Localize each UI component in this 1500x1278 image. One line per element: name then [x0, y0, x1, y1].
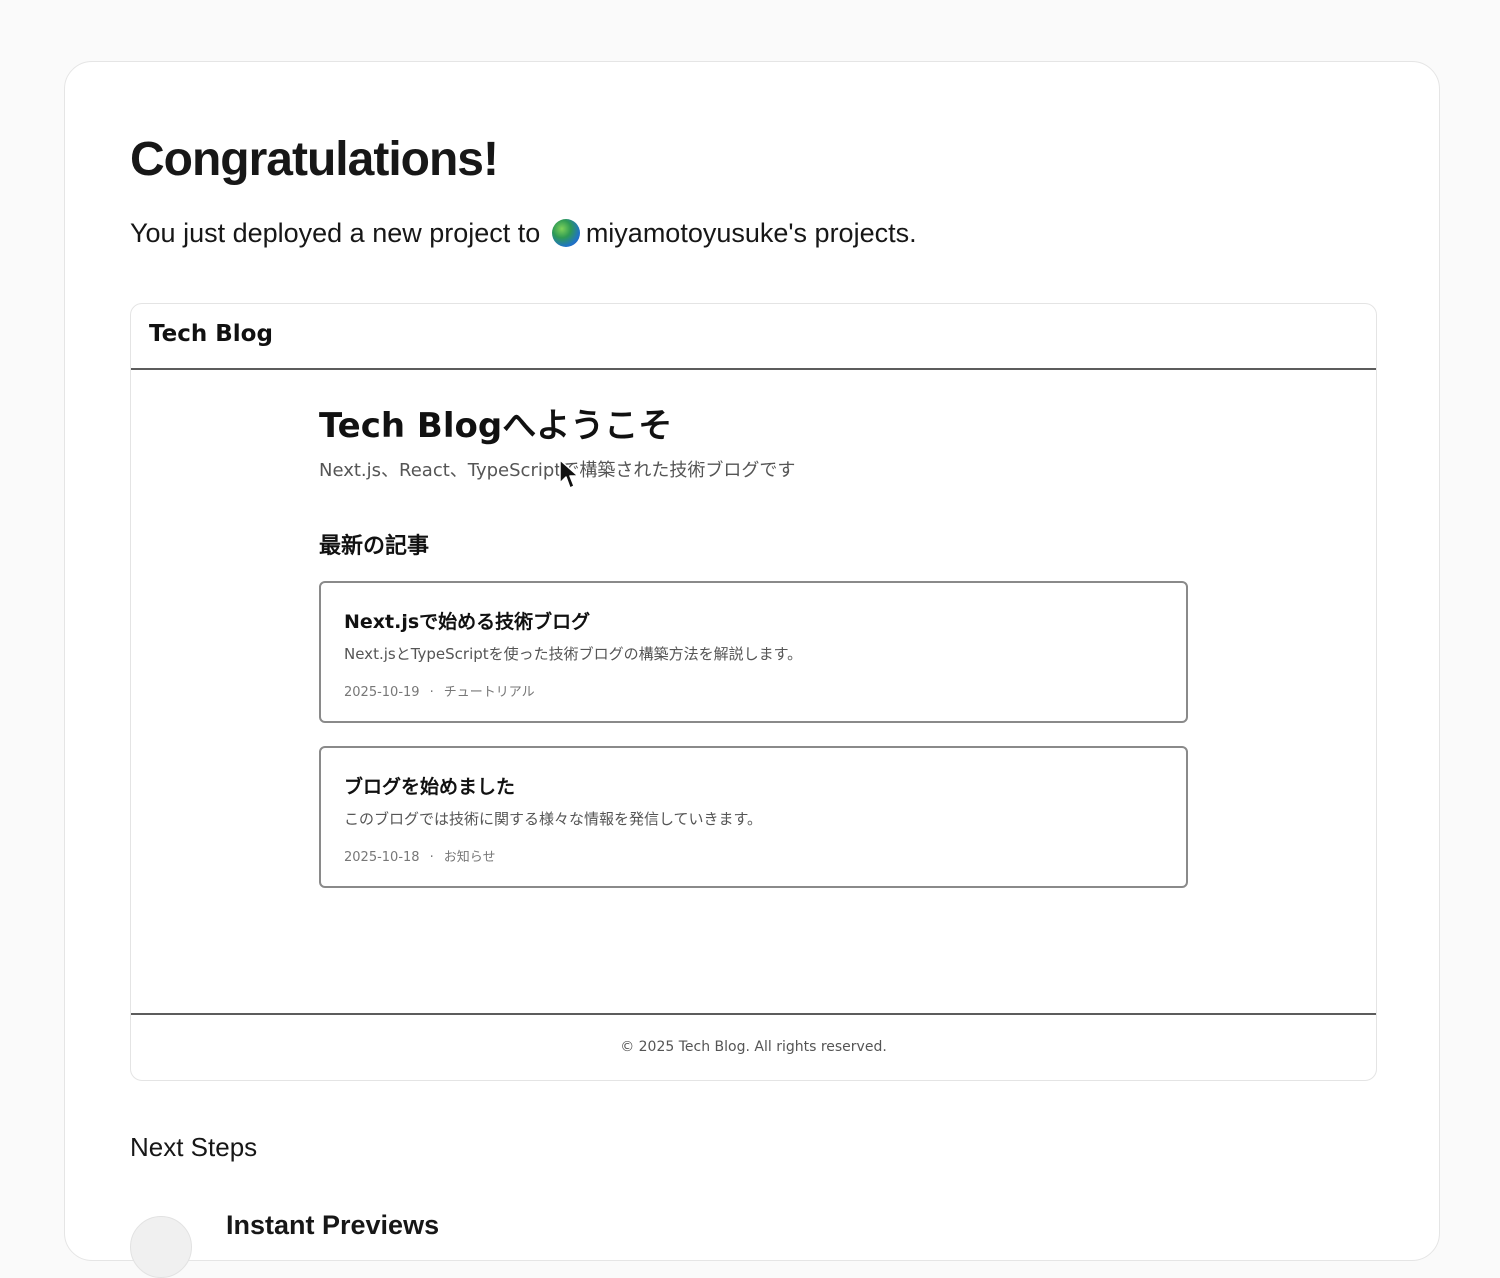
meta-separator: · — [429, 685, 434, 700]
preview-site-footer: © 2025 Tech Blog. All rights reserved. — [131, 1013, 1376, 1080]
preview-site-title: Tech Blogへようこそ — [319, 406, 673, 446]
post-title: ブログを始めました — [344, 776, 516, 798]
preview-site-header: Tech Blog — [131, 304, 1376, 370]
instant-previews-icon — [130, 1216, 192, 1278]
preview-post-card: Next.jsで始める技術ブログ Next.jsとTypeScriptを使った技… — [319, 581, 1188, 723]
post-date: 2025-10-18 — [344, 850, 420, 865]
preview-latest-posts-heading: 最新の記事 — [319, 534, 430, 559]
deploy-message: You just deployed a new project to miyam… — [130, 218, 917, 249]
post-excerpt: このブログでは技術に関する様々な情報を発信していきます。 — [344, 810, 763, 828]
post-title: Next.jsで始める技術ブログ — [344, 611, 591, 633]
preview-post-card: ブログを始めました このブログでは技術に関する様々な情報を発信していきます。 2… — [319, 746, 1188, 888]
page-title: Congratulations! — [130, 133, 499, 186]
next-step-item[interactable]: Instant Previews — [130, 1210, 730, 1278]
deployment-card: Congratulations! You just deployed a new… — [64, 61, 1440, 1278]
deploy-period: . — [909, 218, 917, 248]
deployment-preview[interactable]: Tech Blog Tech Blogへようこそ Next.js、React、T… — [130, 303, 1377, 1081]
post-category: お知らせ — [443, 850, 496, 865]
preview-site-description: Next.js、React、TypeScriptで構築された技術ブログです — [319, 460, 796, 481]
globe-avatar-icon — [551, 219, 580, 247]
post-meta: 2025-10-19 · チュートリアル — [344, 681, 535, 700]
mouse-pointer-icon — [559, 459, 579, 489]
post-date: 2025-10-19 — [344, 685, 420, 700]
preview-copyright: © 2025 Tech Blog. All rights reserved. — [620, 1039, 887, 1055]
preview-site-brand: Tech Blog — [149, 321, 273, 347]
next-steps-heading: Next Steps — [130, 1132, 258, 1162]
post-meta: 2025-10-18 · お知らせ — [344, 846, 495, 865]
meta-separator: · — [429, 850, 434, 865]
post-category: チュートリアル — [443, 685, 535, 700]
deploy-intro-text: You just deployed a new project to — [130, 218, 541, 248]
post-excerpt: Next.jsとTypeScriptを使った技術ブログの構築方法を解説します。 — [344, 645, 803, 663]
next-step-title: Instant Previews — [226, 1210, 440, 1240]
team-name-link[interactable]: miyamotoyusuke's projects — [586, 218, 909, 248]
